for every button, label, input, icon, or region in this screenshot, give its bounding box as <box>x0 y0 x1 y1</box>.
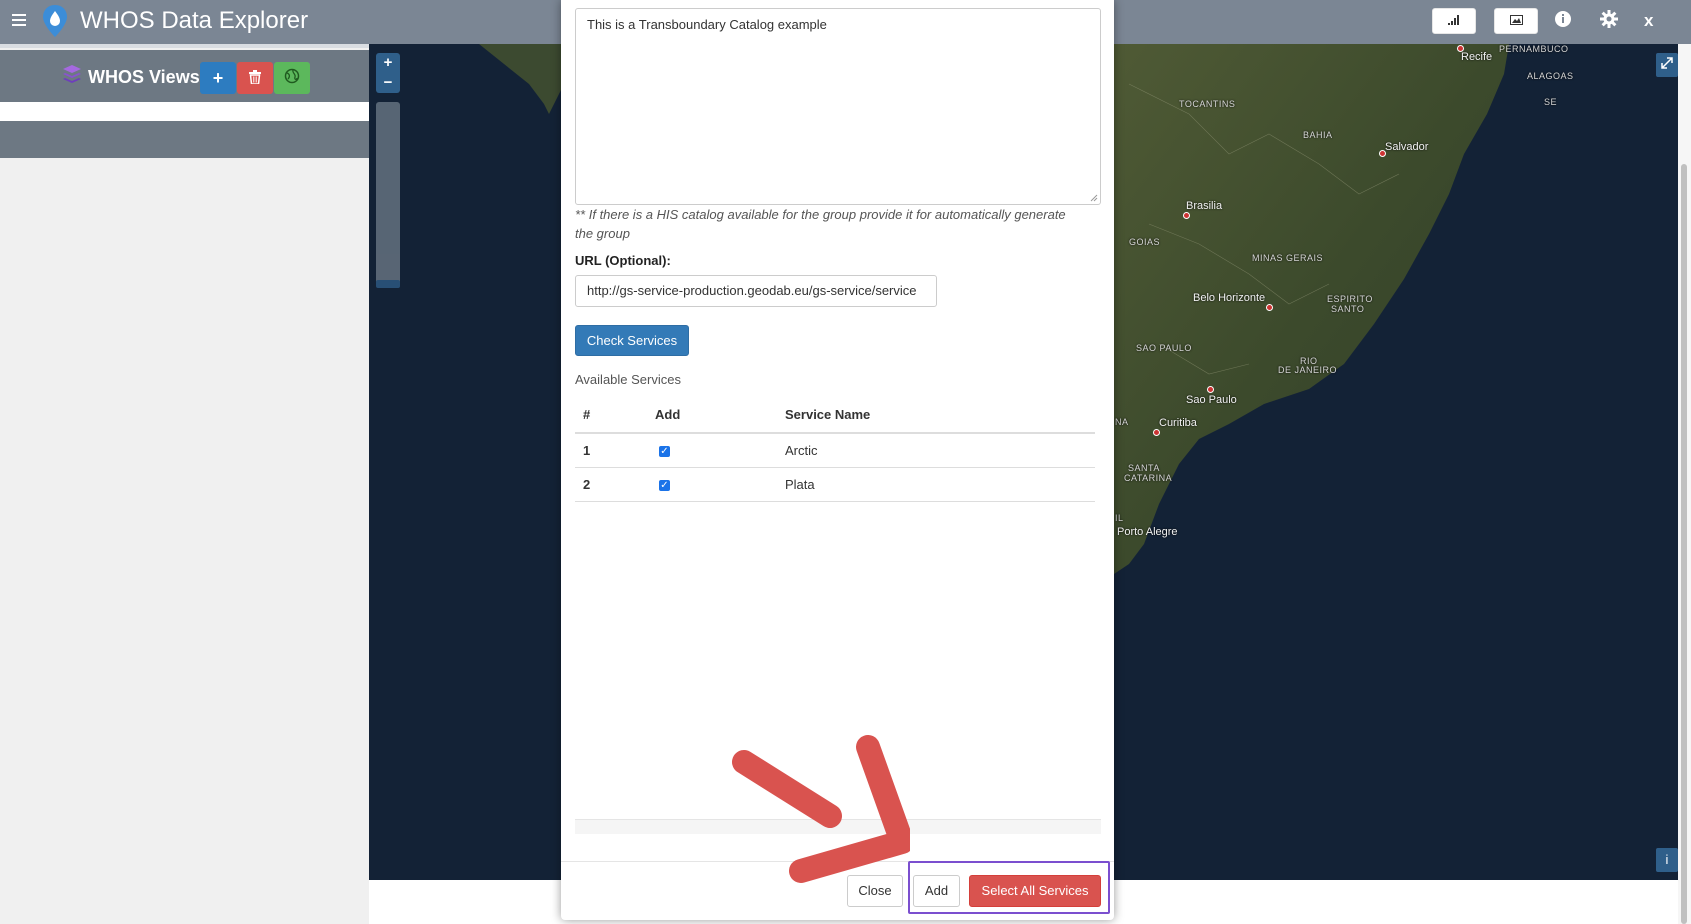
table-row: 2 ✓ Plata <box>575 467 1095 502</box>
row-number: 2 <box>575 467 647 502</box>
description-textarea[interactable]: This is a Transboundary Catalog example <box>575 8 1101 205</box>
delete-view-button[interactable] <box>237 62 273 94</box>
left-sidebar: WHOS Views + <box>0 44 369 924</box>
image-view-button[interactable] <box>1494 7 1538 35</box>
zoom-out-button[interactable]: − <box>376 73 400 93</box>
globe-view-button[interactable] <box>274 62 310 94</box>
close-icon: x <box>1644 11 1654 30</box>
highlight-box <box>908 861 1110 914</box>
add-service-checkbox[interactable]: ✓ <box>659 446 670 458</box>
water-drop-pin-icon <box>42 4 68 43</box>
sidebar-divider <box>0 44 369 48</box>
page-scrollbar[interactable] <box>1678 44 1691 924</box>
views-header: WHOS Views + <box>0 50 369 102</box>
map-info-button[interactable]: i <box>1656 848 1678 872</box>
chart-view-button[interactable] <box>1432 7 1476 35</box>
settings-button[interactable] <box>1600 7 1632 35</box>
row-number: 1 <box>575 433 647 468</box>
add-checkbox-cell: ✓ <box>647 433 777 468</box>
add-view-button[interactable]: + <box>200 62 236 94</box>
column-header-service-name: Service Name <box>777 396 1095 434</box>
city-marker <box>1183 212 1190 219</box>
zoom-control: + − <box>376 53 400 93</box>
column-header-add: Add <box>647 396 777 434</box>
sidebar-spacer <box>0 102 369 121</box>
zoom-slider-thumb[interactable] <box>376 280 400 288</box>
app-title: WHOS Data Explorer <box>80 7 309 34</box>
image-icon <box>1509 12 1523 30</box>
add-checkbox-cell: ✓ <box>647 467 777 502</box>
info-button[interactable] <box>1554 7 1586 35</box>
add-service-checkbox[interactable]: ✓ <box>659 480 670 492</box>
zoom-in-button[interactable]: + <box>376 53 400 73</box>
globe-icon <box>284 68 300 89</box>
scrollbar-thumb[interactable] <box>1681 164 1687 924</box>
info-icon <box>1554 10 1586 33</box>
url-label: URL (Optional): <box>575 253 671 268</box>
check-services-button[interactable]: Check Services <box>575 325 689 356</box>
close-button[interactable]: x <box>1644 7 1653 35</box>
resize-grip-icon[interactable] <box>1090 194 1098 202</box>
table-row: 1 ✓ Arctic <box>575 433 1095 468</box>
available-services-label: Available Services <box>575 372 681 387</box>
url-input[interactable]: http://gs-service-production.geodab.eu/g… <box>575 275 937 307</box>
city-marker <box>1266 304 1273 311</box>
zoom-slider[interactable] <box>376 102 400 288</box>
expand-icon <box>1661 57 1673 72</box>
views-title: WHOS Views <box>62 64 200 91</box>
service-name: Plata <box>777 467 1095 502</box>
city-marker <box>1153 429 1160 436</box>
column-header-number: # <box>575 396 647 434</box>
layers-icon <box>62 64 88 91</box>
trash-icon <box>249 68 261 89</box>
fullscreen-button[interactable] <box>1656 53 1678 77</box>
service-name: Arctic <box>777 433 1095 468</box>
city-marker <box>1207 386 1214 393</box>
signal-bars-icon <box>1448 12 1460 30</box>
his-catalog-hint: ** If there is a HIS catalog available f… <box>575 207 1066 241</box>
hamburger-menu-icon[interactable] <box>12 14 26 26</box>
sidebar-strip <box>0 121 369 158</box>
annotation-arrow-icon <box>730 730 914 895</box>
services-table: # Add Service Name 1 ✓ Arctic 2 ✓ Plata <box>575 396 1095 502</box>
table-header-row: # Add Service Name <box>575 396 1095 434</box>
gear-icon <box>1600 9 1632 33</box>
